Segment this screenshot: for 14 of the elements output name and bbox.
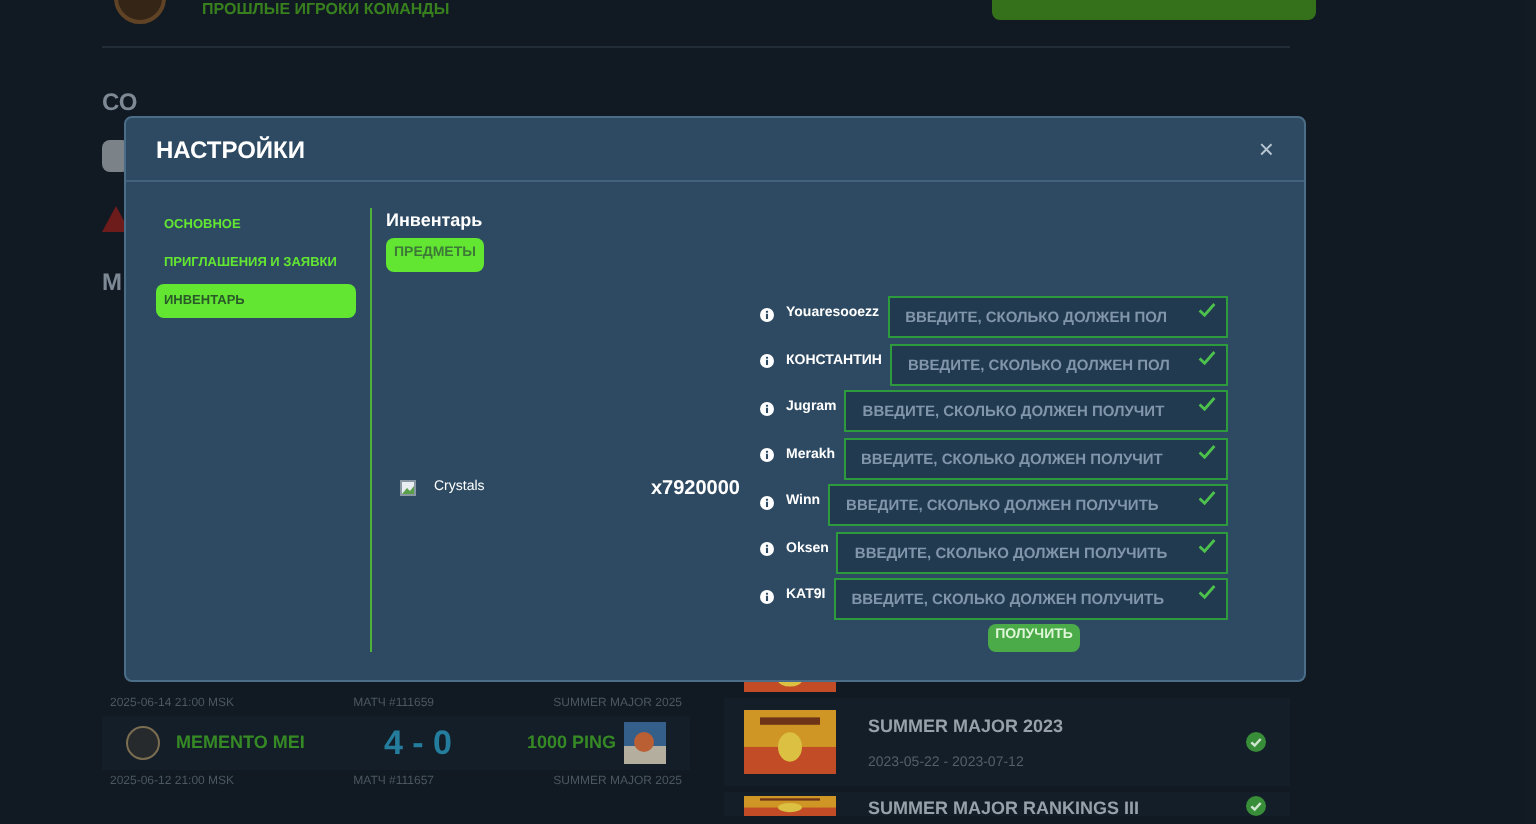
team-name: MEMENTO MEI <box>176 729 307 756</box>
item-quantity: x7920000 <box>651 475 740 504</box>
tournament-title: SUMMER MAJOR 2023 <box>868 714 1064 740</box>
team-name: 1000 PING <box>526 729 616 756</box>
section-title: Инвентарь <box>386 208 483 232</box>
section-heading: СО <box>102 88 138 116</box>
modal-title: НАСТРОЙКИ <box>156 133 305 167</box>
tournament-title: SUMMER MAJOR RANKINGS III <box>868 796 1140 816</box>
match-score: 4 - 0 <box>384 721 453 766</box>
team-subtitle: ПРОШЛЫЕ ИГРОКИ КОМАНДЫ <box>202 0 450 20</box>
match-row[interactable]: MEMENTO MEI 4 - 0 1000 PING <box>102 716 690 770</box>
tournament-card[interactable]: SUMMER MAJOR RANKINGS III <box>724 792 1290 816</box>
close-button[interactable]: × <box>1258 136 1274 162</box>
section-heading: М <box>102 268 122 296</box>
